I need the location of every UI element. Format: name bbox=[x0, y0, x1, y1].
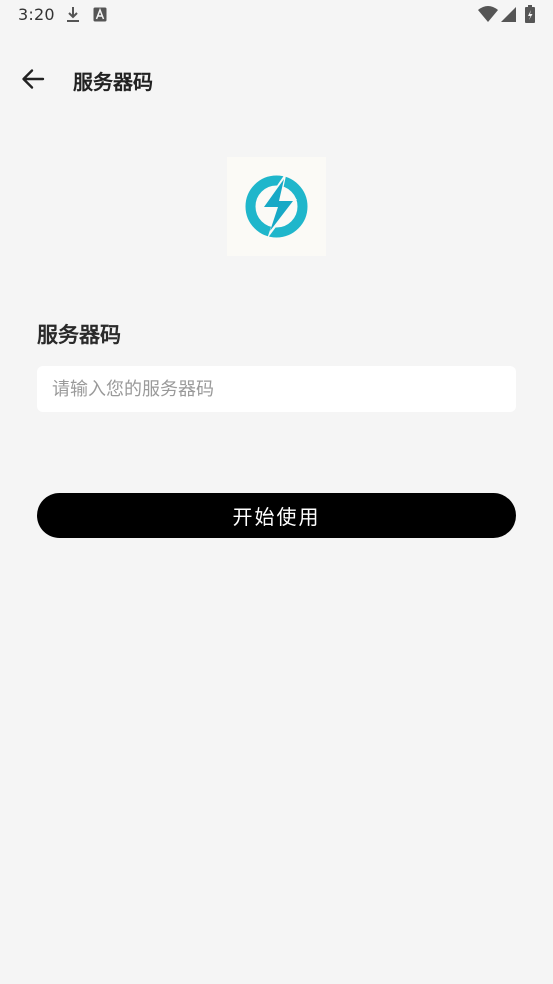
server-code-label: 服务器码 bbox=[37, 323, 121, 347]
a-notification-icon bbox=[93, 7, 107, 22]
server-code-input[interactable] bbox=[37, 366, 516, 412]
status-time: 3:20 bbox=[18, 5, 55, 24]
arrow-left-icon bbox=[22, 69, 45, 89]
page-title: 服务器码 bbox=[73, 70, 153, 94]
cell-signal-icon bbox=[501, 7, 516, 22]
app-logo bbox=[227, 157, 326, 256]
status-bar: 3:20 bbox=[0, 0, 553, 30]
wifi-icon bbox=[478, 6, 498, 22]
start-button[interactable]: 开始使用 bbox=[37, 493, 516, 538]
download-icon bbox=[67, 7, 79, 22]
server-code-field[interactable] bbox=[37, 366, 516, 412]
battery-icon bbox=[525, 5, 535, 23]
lightning-bolt-logo-icon bbox=[245, 171, 308, 239]
app-bar: 服务器码 bbox=[0, 50, 553, 106]
back-button[interactable] bbox=[16, 62, 50, 96]
